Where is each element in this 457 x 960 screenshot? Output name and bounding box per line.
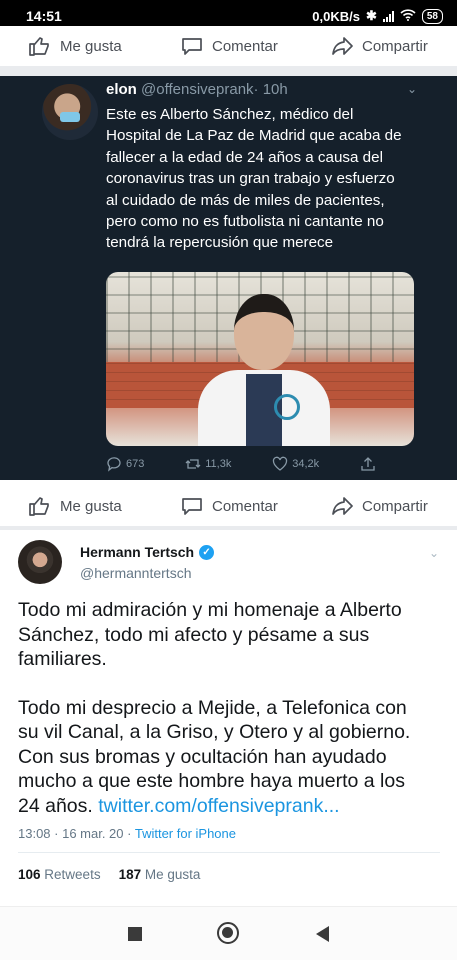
tweet-stats: 106 Retweets 187 Me gusta bbox=[18, 867, 200, 882]
navigation-bar bbox=[0, 906, 457, 960]
avatar bbox=[18, 540, 62, 584]
recents-icon[interactable] bbox=[128, 927, 142, 941]
author-handle: @offensiveprank bbox=[141, 81, 254, 98]
tweet-time: · 10h bbox=[253, 81, 288, 98]
like-label: Me gusta bbox=[60, 497, 122, 515]
tweet-link[interactable]: twitter.com/offensiveprank... bbox=[98, 795, 339, 817]
chevron-down-icon[interactable]: ⌄ bbox=[429, 546, 439, 560]
tweet-text: Todo mi admiración y mi homenaje a Alber… bbox=[18, 598, 428, 818]
retweet-icon bbox=[185, 459, 201, 469]
bluetooth-icon: ✱ bbox=[365, 8, 377, 23]
heart-icon bbox=[273, 456, 288, 471]
author-name-row: Hermann Tertsch ✓ bbox=[80, 544, 215, 560]
retweets-count: 106 bbox=[18, 867, 41, 882]
reply-count: 673 bbox=[126, 458, 145, 470]
share-arrow-icon bbox=[332, 37, 353, 55]
tweet-meta: 13:08 · 16 mar. 20 · Twitter for iPhone bbox=[18, 826, 236, 841]
comment-button[interactable]: Comentar bbox=[180, 34, 278, 58]
tweet-actions: 673 11,3k 34,2k bbox=[106, 456, 376, 472]
chevron-down-icon[interactable]: ⌄ bbox=[407, 82, 417, 96]
fb-action-bar-mid: Me gusta Comentar Compartir bbox=[0, 486, 457, 526]
tweet-paragraph: Todo mi admiración y mi homenaje a Alber… bbox=[18, 599, 402, 670]
like-label: Me gusta bbox=[60, 37, 122, 55]
share-arrow-icon bbox=[332, 497, 353, 515]
embedded-tweet-light: Hermann Tertsch ✓ @hermanntertsch ⌄ Todo… bbox=[0, 530, 457, 906]
fb-action-bar-top: Me gusta Comentar Compartir bbox=[0, 26, 457, 66]
embedded-tweet-dark: elon @offensiveprank· 10h ⌄ Este es Albe… bbox=[0, 76, 457, 480]
status-icons: 0,0KB/s ✱ 58 bbox=[312, 8, 443, 24]
comment-icon bbox=[182, 38, 202, 55]
thumbs-up-icon bbox=[29, 497, 49, 516]
like-count: 34,2k bbox=[292, 458, 320, 470]
avatar bbox=[42, 84, 98, 140]
reply-button[interactable]: 673 bbox=[106, 456, 144, 472]
retweet-count: 11,3k bbox=[205, 458, 232, 470]
share-button[interactable]: Compartir bbox=[330, 34, 428, 58]
share-label: Compartir bbox=[362, 37, 428, 55]
share-icon bbox=[361, 457, 375, 471]
tweet-date: 13:08 · 16 mar. 20 · bbox=[18, 826, 135, 841]
comment-icon bbox=[182, 498, 202, 515]
wifi-icon bbox=[400, 8, 416, 24]
like-button[interactable]: Me gusta bbox=[28, 494, 122, 518]
comment-label: Comentar bbox=[212, 37, 278, 55]
separator bbox=[0, 66, 457, 76]
verified-icon: ✓ bbox=[199, 544, 215, 560]
share-label: Compartir bbox=[362, 497, 428, 515]
comment-label: Comentar bbox=[212, 497, 278, 515]
retweet-button[interactable]: 11,3k bbox=[185, 456, 231, 472]
status-time: 14:51 bbox=[26, 8, 62, 24]
author-handle: @hermanntertsch bbox=[80, 565, 192, 581]
reply-icon bbox=[107, 457, 121, 472]
author-name: Hermann Tertsch bbox=[80, 544, 195, 560]
signal-icon bbox=[382, 10, 394, 22]
thumbs-up-icon bbox=[29, 37, 49, 56]
tweet-source[interactable]: Twitter for iPhone bbox=[135, 826, 236, 841]
tweet-photo[interactable] bbox=[106, 272, 414, 446]
network-speed: 0,0KB/s bbox=[312, 8, 360, 24]
likes-label: Me gusta bbox=[144, 867, 201, 882]
divider bbox=[18, 852, 440, 853]
back-icon[interactable] bbox=[316, 926, 329, 942]
home-icon[interactable] bbox=[217, 922, 239, 944]
share-button[interactable]: Compartir bbox=[330, 494, 428, 518]
likes-stat[interactable]: 187 Me gusta bbox=[119, 867, 201, 882]
retweets-label: Retweets bbox=[44, 867, 101, 882]
share-tweet-button[interactable] bbox=[360, 456, 376, 472]
tweet-text: Este es Alberto Sánchez, médico del Hosp… bbox=[106, 106, 402, 252]
retweets-stat[interactable]: 106 Retweets bbox=[18, 867, 101, 882]
author-name: elon bbox=[106, 81, 137, 98]
tweet-header: elon @offensiveprank· 10h bbox=[106, 81, 288, 98]
likes-count: 187 bbox=[118, 867, 142, 882]
like-tweet-button[interactable]: 34,2k bbox=[272, 456, 319, 472]
like-button[interactable]: Me gusta bbox=[28, 34, 122, 58]
battery-icon: 58 bbox=[421, 8, 443, 24]
comment-button[interactable]: Comentar bbox=[180, 494, 278, 518]
